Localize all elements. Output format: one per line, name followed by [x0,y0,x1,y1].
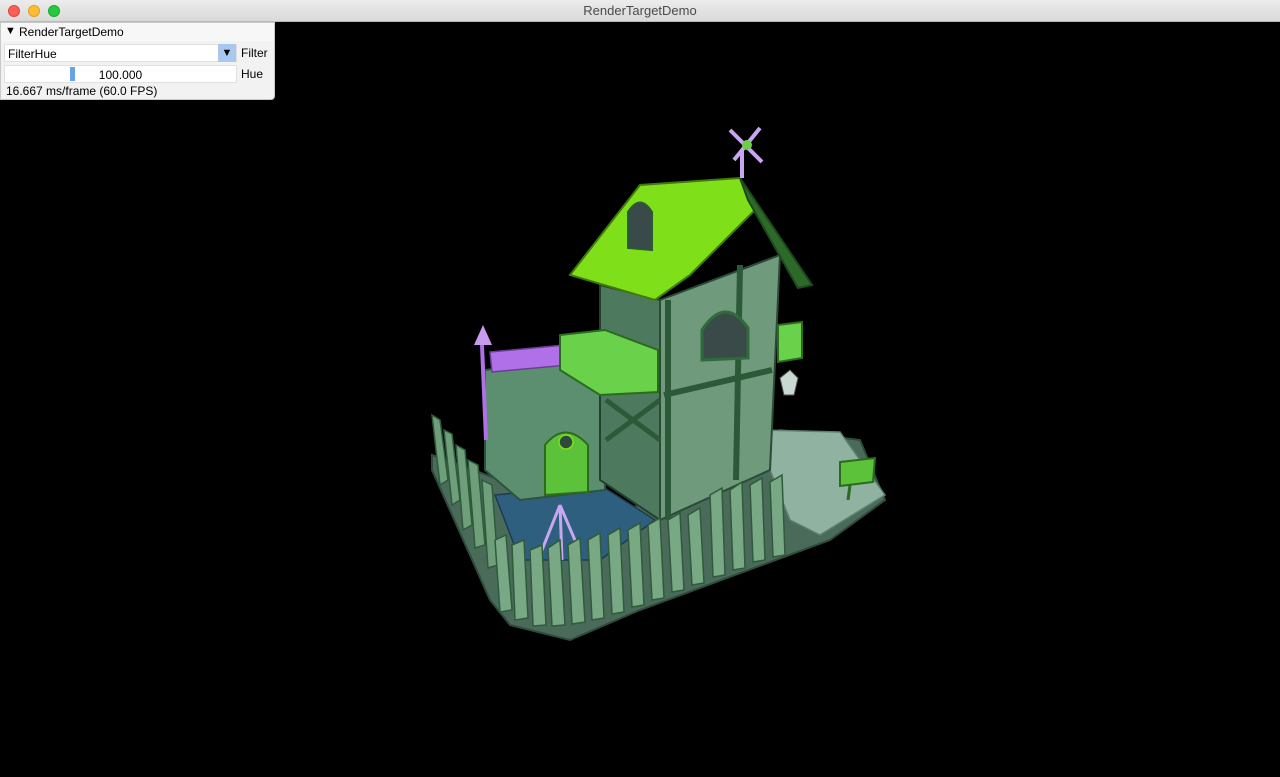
panel-title: RenderTargetDemo [19,25,124,39]
dormer-window [627,201,653,252]
weathervane [728,126,764,178]
chevron-down-icon[interactable]: ▼ [218,44,236,62]
render-viewport[interactable] [0,22,1280,777]
balcony-right [777,320,803,364]
lamp-post [480,344,488,441]
app-window: RenderTargetDemo ▼ RenderTargetDemo Filt… [0,0,1280,777]
filter-combo-value: FilterHue [8,47,57,61]
hue-label: Hue [241,67,264,81]
title-bar[interactable]: RenderTargetDemo [0,0,1280,22]
sign-post [839,456,877,488]
filter-combo[interactable]: FilterHue ▼ [4,44,237,62]
lantern [779,369,799,396]
arched-window [700,310,750,362]
settings-panel: ▼ RenderTargetDemo FilterHue ▼ Filter 10… [0,22,275,100]
panel-header[interactable]: ▼ RenderTargetDemo [1,23,274,41]
collapse-arrow-icon[interactable]: ▼ [5,25,16,37]
hue-slider[interactable]: 100.000 [4,65,237,83]
hue-slider-value: 100.000 [98,68,143,82]
house-scene-icon [431,126,887,642]
window-title: RenderTargetDemo [583,3,697,18]
frame-stats: 16.667 ms/frame (60.0 FPS) [6,84,158,98]
filter-label: Filter [241,46,268,60]
